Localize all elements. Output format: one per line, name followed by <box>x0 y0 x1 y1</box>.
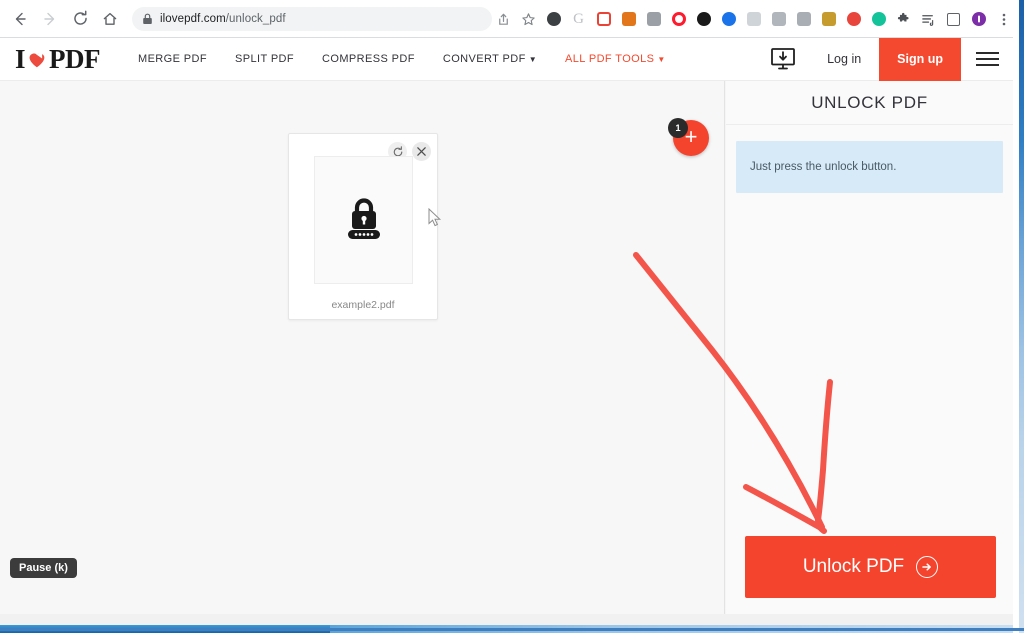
signup-label: Sign up <box>897 52 943 66</box>
back-button[interactable] <box>6 5 34 33</box>
nav-label: CONVERT PDF <box>442 53 526 65</box>
nav-item-all-pdf-tools[interactable]: ALL PDF TOOLS ▼ <box>551 53 680 65</box>
nav-label: SPLIT PDF <box>235 53 295 65</box>
metamask-fox-icon[interactable] <box>616 4 641 34</box>
extension-gold-square-icon[interactable] <box>816 4 841 34</box>
home-button[interactable] <box>96 5 124 33</box>
nav-item-compress-pdf[interactable]: COMPRESS PDF <box>308 53 429 65</box>
primary-navigation: MERGE PDF SPLIT PDF COMPRESS PDF CONVERT… <box>124 53 680 65</box>
forward-arrow-icon <box>44 12 55 25</box>
address-bar[interactable]: ilovepdf.com/unlock_pdf <box>132 6 492 31</box>
panel-title: UNLOCK PDF <box>726 81 1013 125</box>
sidebar-toggle-icon[interactable] <box>941 4 966 34</box>
hamburger-menu-icon[interactable] <box>961 38 1013 81</box>
header-actions: Log in Sign up <box>757 37 1013 81</box>
nav-label: MERGE PDF <box>138 53 207 65</box>
login-label: Log in <box>827 52 862 66</box>
bookmark-star-icon[interactable] <box>516 4 541 34</box>
opera-o-icon[interactable] <box>666 4 691 34</box>
close-icon[interactable] <box>412 142 431 161</box>
panel-info-text: Just press the unlock button. <box>750 161 897 173</box>
pause-label: Pause (k) <box>19 562 68 574</box>
desktop-download-icon[interactable] <box>757 38 809 81</box>
nav-item-split-pdf[interactable]: SPLIT PDF <box>221 53 308 65</box>
address-bar-host: ilovepdf.com <box>160 12 226 25</box>
browser-toolbar: ilovepdf.com/unlock_pdf G <box>0 0 1024 38</box>
file-name-label: example2.pdf <box>331 299 395 311</box>
mouse-pointer-icon <box>428 208 442 227</box>
extension-gray-square-icon[interactable] <box>641 4 666 34</box>
extension-red-square-icon[interactable] <box>591 4 616 34</box>
window-right-frame <box>1019 0 1024 633</box>
chevron-down-icon: ▼ <box>657 54 666 64</box>
signup-button[interactable]: Sign up <box>879 37 961 81</box>
file-thumbnail <box>314 156 413 284</box>
extension-mail-square-icon[interactable] <box>766 4 791 34</box>
browser-nav-buttons <box>0 5 124 33</box>
puzzle-extensions-icon[interactable] <box>891 4 916 34</box>
nav-label: ALL PDF TOOLS <box>565 53 655 65</box>
forward-button[interactable] <box>36 5 64 33</box>
site-header: I PDF MERGE PDF SPLIT PDF COMPRESS PDF C… <box>0 37 1013 81</box>
browser-extension-tray: G <box>491 0 1016 38</box>
chevron-down-icon: ▼ <box>528 54 538 64</box>
back-arrow-icon <box>15 12 26 25</box>
pause-recording-button[interactable]: Pause (k) <box>10 558 77 578</box>
screen-root: ilovepdf.com/unlock_pdf G I PDF MERGE PD… <box>0 0 1024 633</box>
home-icon <box>103 12 117 25</box>
reload-icon <box>73 10 87 25</box>
heart-icon <box>26 48 48 70</box>
grammarly-g-icon[interactable] <box>866 4 891 34</box>
nav-item-convert-pdf[interactable]: CONVERT PDF ▼ <box>429 53 551 65</box>
nav-item-merge-pdf[interactable]: MERGE PDF <box>124 53 221 65</box>
file-count-badge: 1 <box>668 118 688 138</box>
window-bottom-frame <box>0 628 1024 631</box>
login-button[interactable]: Log in <box>809 38 879 81</box>
address-bar-url: ilovepdf.com/unlock_pdf <box>160 13 286 25</box>
extension-dark-circle-icon[interactable] <box>541 4 566 34</box>
unlock-pdf-label: Unlock PDF <box>802 556 905 577</box>
extension-chat-square-icon[interactable] <box>791 4 816 34</box>
reading-list-icon[interactable] <box>916 4 941 34</box>
file-card[interactable]: example2.pdf <box>288 133 438 320</box>
tool-options-panel: UNLOCK PDF Just press the unlock button.… <box>726 81 1013 614</box>
profile-avatar-icon[interactable] <box>966 4 991 34</box>
arrow-right-circle-icon <box>916 556 939 578</box>
ilovepdf-logo[interactable]: I PDF <box>0 44 124 75</box>
extension-pale-square-icon[interactable] <box>741 4 766 34</box>
nav-label: COMPRESS PDF <box>322 53 415 65</box>
padlock-icon <box>143 13 152 24</box>
locked-pdf-icon <box>347 198 380 239</box>
address-bar-path: /unlock_pdf <box>225 12 286 25</box>
share-icon[interactable] <box>491 4 516 34</box>
unlock-pdf-button[interactable]: Unlock PDF <box>745 536 996 598</box>
logo-text-first: I <box>15 43 26 74</box>
extension-blue-circle-icon[interactable] <box>716 4 741 34</box>
logo-text-last: PDF <box>49 43 100 74</box>
extension-red-oval-icon[interactable] <box>841 4 866 34</box>
panel-info-box: Just press the unlock button. <box>736 141 1003 193</box>
reload-button[interactable] <box>66 5 94 33</box>
google-g-icon[interactable]: G <box>566 4 591 34</box>
extension-black-circle-icon[interactable] <box>691 4 716 34</box>
